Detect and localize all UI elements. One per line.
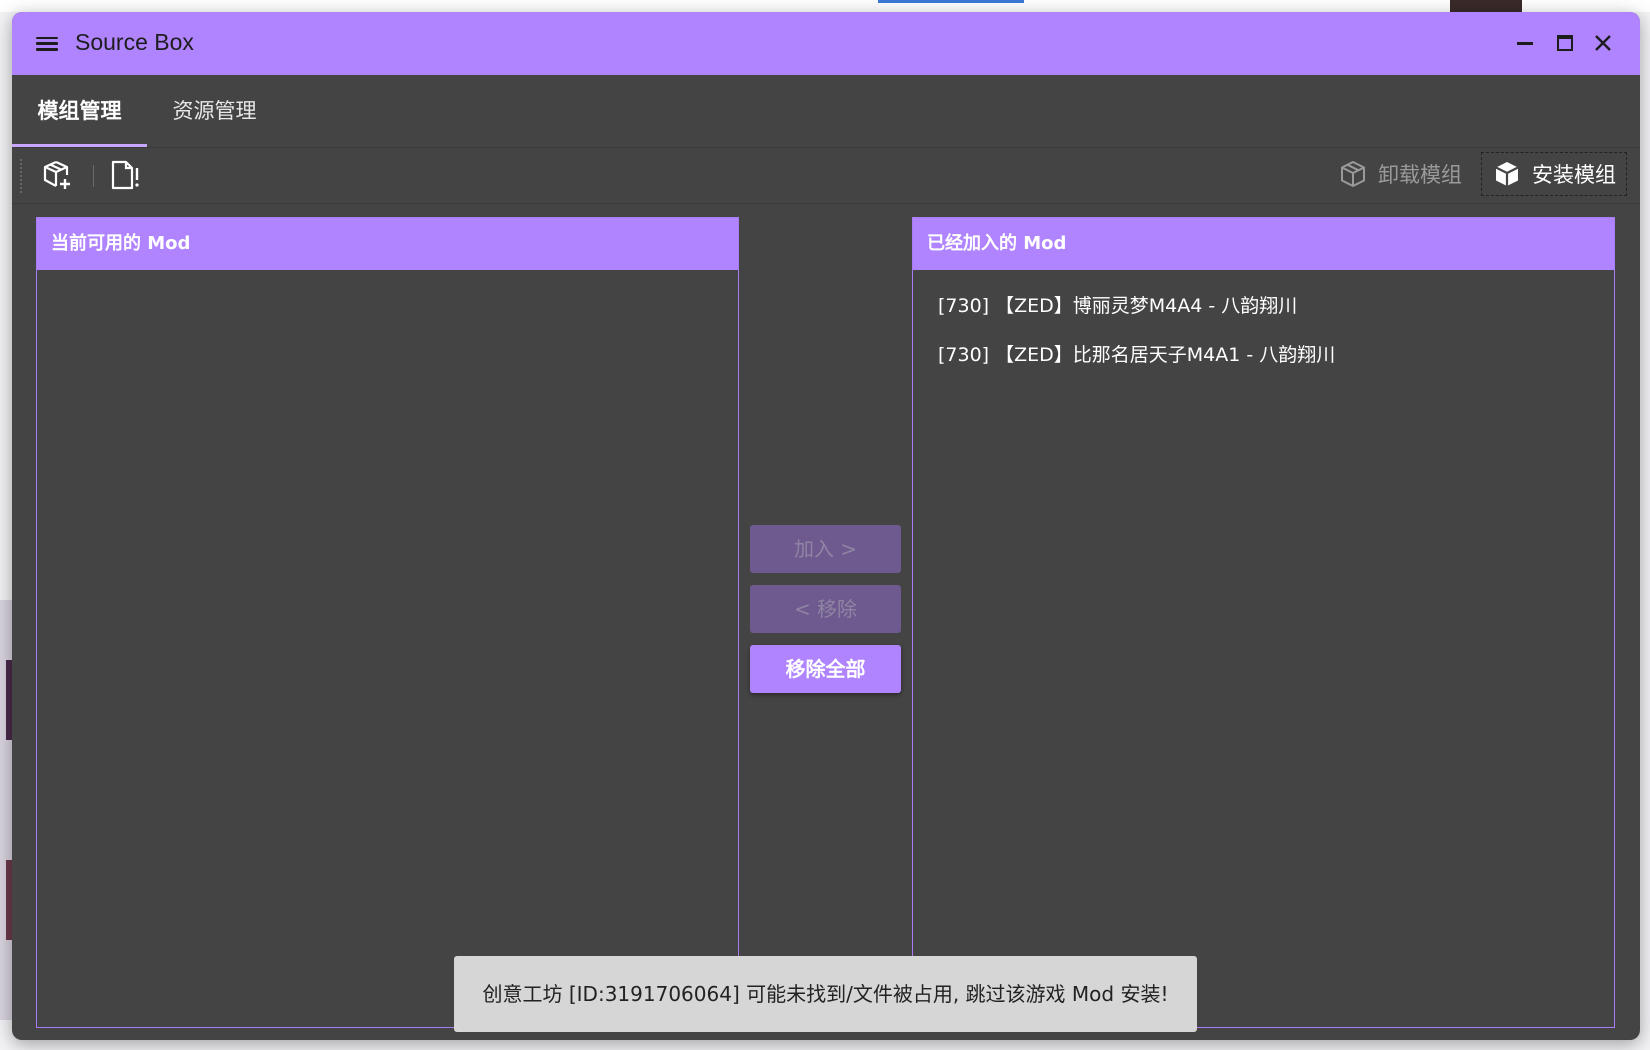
desktop-background-photo — [1450, 0, 1522, 12]
available-mods-panel: 当前可用的 Mod — [36, 217, 739, 1028]
package-add-icon[interactable] — [40, 158, 74, 192]
added-mods-panel: 已经加入的 Mod [730] 【ZED】博丽灵梦M4A4 - 八韵翔川 [73… — [912, 217, 1615, 1028]
app-window: Source Box 模组管理 资源管理 卸载模组 安装模组 当前可用的 Mod… — [12, 12, 1640, 1040]
hamburger-menu-icon[interactable] — [36, 33, 58, 53]
title-bar: Source Box — [12, 12, 1640, 75]
close-button[interactable] — [1590, 30, 1616, 56]
package-icon — [1341, 161, 1365, 187]
toolbar: 卸载模组 安装模组 — [12, 149, 1640, 204]
remove-button[interactable]: < 移除 — [750, 585, 901, 633]
minimize-button[interactable] — [1512, 30, 1538, 56]
add-button[interactable]: 加入 > — [750, 525, 901, 573]
close-icon — [1595, 35, 1611, 51]
list-item[interactable]: [730] 【ZED】比那名居天子M4A1 - 八韵翔川 — [913, 331, 1614, 380]
toolbar-grip[interactable] — [20, 159, 22, 193]
package-icon — [1495, 162, 1519, 186]
added-mods-list[interactable]: [730] 【ZED】博丽灵梦M4A4 - 八韵翔川 [730] 【ZED】比那… — [913, 270, 1614, 380]
list-item[interactable]: [730] 【ZED】博丽灵梦M4A4 - 八韵翔川 — [913, 282, 1614, 331]
tab-resource-management[interactable]: 资源管理 — [147, 75, 282, 147]
available-mods-list[interactable] — [37, 270, 738, 282]
available-mods-header: 当前可用的 Mod — [37, 218, 738, 270]
app-title: Source Box — [75, 29, 194, 55]
maximize-button[interactable] — [1552, 30, 1578, 56]
tab-mod-management[interactable]: 模组管理 — [12, 75, 147, 147]
uninstall-mods-button[interactable]: 卸载模组 — [1328, 152, 1472, 196]
file-alert-icon[interactable] — [108, 158, 142, 192]
install-mods-label: 安装模组 — [1532, 163, 1616, 187]
remove-all-button[interactable]: 移除全部 — [750, 645, 901, 693]
install-mods-button[interactable]: 安装模组 — [1481, 152, 1627, 196]
desktop-background-tab — [878, 0, 1024, 3]
toolbar-separator — [93, 165, 94, 187]
desktop-background — [0, 0, 1650, 12]
tab-bar: 模组管理 资源管理 — [12, 75, 1640, 148]
toast-notification: 创意工坊 [ID:3191706064] 可能未找到/文件被占用, 跳过该游戏 … — [454, 956, 1197, 1032]
uninstall-mods-label: 卸载模组 — [1378, 163, 1462, 187]
added-mods-header: 已经加入的 Mod — [913, 218, 1614, 270]
